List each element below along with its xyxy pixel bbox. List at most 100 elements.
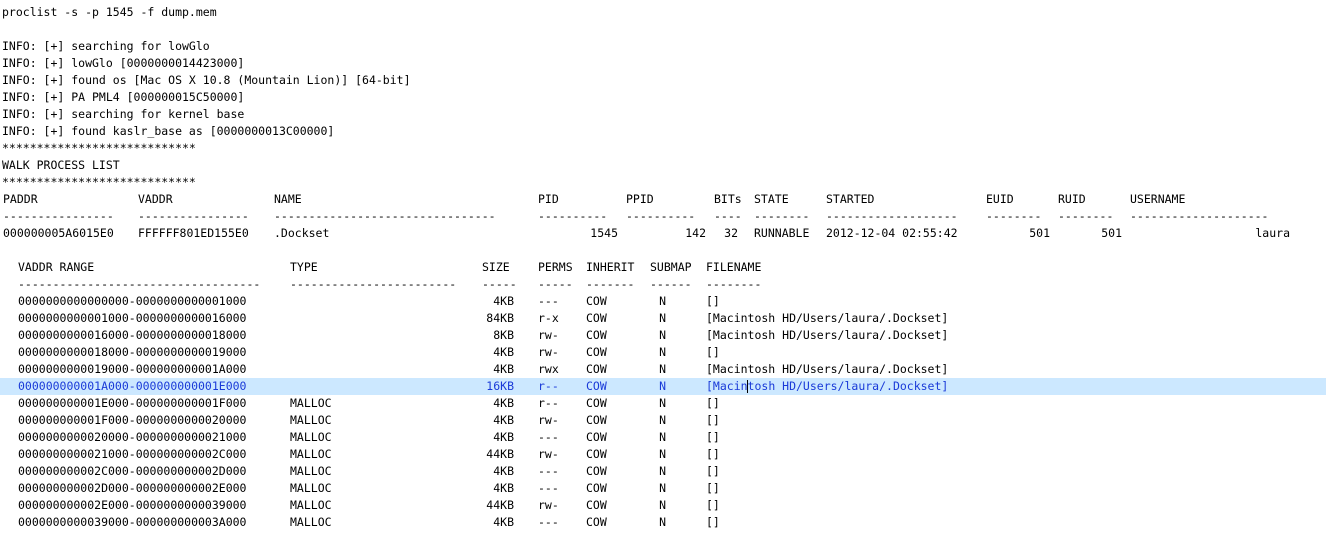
col-header-paddr: PADDR <box>3 192 38 206</box>
cell-filename: [] <box>706 430 720 444</box>
cell-range: 0000000000000000-0000000000001000 <box>18 294 247 308</box>
cell-paddr: 000000005A6015E0 <box>3 226 114 240</box>
cell-perms: --- <box>538 515 559 529</box>
info-line: INFO: [+] PA PML4 [000000015C50000] <box>2 90 245 104</box>
col-header-started: STARTED <box>826 192 875 206</box>
terminal-output: { "command": "proclist -s -p 1545 -f dum… <box>0 0 1326 538</box>
divider: ----- <box>482 277 517 291</box>
process-table-divider: ---------------- ---------------- ------… <box>0 208 1326 225</box>
map-row[interactable]: 000000000001F000-0000000000020000 MALLOC 4… <box>0 412 1326 429</box>
cell-submap: N <box>659 294 666 308</box>
cell-type: MALLOC <box>290 481 332 495</box>
cell-inherit: COW <box>586 362 607 376</box>
cell-name: .Dockset <box>274 226 330 240</box>
col-header-perms: PERMS <box>538 260 573 274</box>
cell-size: 4KB <box>493 413 514 427</box>
divider: -------------------- <box>1130 209 1269 223</box>
cell-perms: rwx <box>538 362 559 376</box>
divider: ------------------- <box>826 209 958 223</box>
cell-submap: N <box>659 379 666 393</box>
cell-inherit: COW <box>586 515 607 529</box>
cell-range: 000000000001A000-000000000001E000 <box>18 379 247 393</box>
map-row[interactable]: 0000000000018000-0000000000019000 4KB rw- C… <box>0 344 1326 361</box>
cell-submap: N <box>659 413 666 427</box>
cell-filename: [] <box>706 413 720 427</box>
cell-filename: [Macintosh HD/Users/laura/.Dockset] <box>706 379 949 393</box>
info-line: INFO: [+] found os [Mac OS X 10.8 (Mount… <box>2 73 411 87</box>
map-row[interactable]: 0000000000019000-000000000001A000 4KB rwx C… <box>0 361 1326 378</box>
cell-type: MALLOC <box>290 447 332 461</box>
info-line: INFO: [+] found kaslr_base as [000000001… <box>2 124 335 138</box>
map-row[interactable]: 0000000000020000-0000000000021000 MALLOC 4… <box>0 429 1326 446</box>
cell-submap: N <box>659 311 666 325</box>
info-line: INFO: [+] lowGlo [0000000014423000] <box>2 56 245 70</box>
divider: ---------------- <box>3 209 114 223</box>
map-row[interactable]: 0000000000000000-0000000000001000 4KB --- C… <box>0 293 1326 310</box>
cell-range: 0000000000001000-0000000000016000 <box>18 311 247 325</box>
cell-type: MALLOC <box>290 464 332 478</box>
cell-filename: [Macintosh HD/Users/laura/.Dockset] <box>706 362 949 376</box>
map-row[interactable]: 000000000002E000-0000000000039000 MALLOC 4… <box>0 497 1326 514</box>
divider: -------- <box>1058 209 1114 223</box>
map-row[interactable]: 0000000000021000-000000000002C000 MALLOC 4… <box>0 446 1326 463</box>
cell-range: 0000000000039000-000000000003A000 <box>18 515 247 529</box>
map-row[interactable]: 000000000002C000-000000000002D000 MALLOC 4… <box>0 463 1326 480</box>
info-line: INFO: [+] searching for kernel base <box>2 107 245 121</box>
cell-inherit: COW <box>586 464 607 478</box>
banner-stars: **************************** <box>2 141 196 155</box>
cell-type: MALLOC <box>290 396 332 410</box>
cell-bits: 32 <box>724 226 738 240</box>
divider: -------- <box>986 209 1042 223</box>
cell-size: 84KB <box>486 311 514 325</box>
cell-filename: [] <box>706 464 720 478</box>
cell-started: 2012-12-04 02:55:42 <box>826 226 958 240</box>
banner-stars: **************************** <box>2 175 196 189</box>
cell-filename: [Macintosh HD/Users/laura/.Dockset] <box>706 328 949 342</box>
cell-range: 0000000000018000-0000000000019000 <box>18 345 247 359</box>
cell-perms: rw- <box>538 345 559 359</box>
divider: ----- <box>538 277 573 291</box>
cell-filename: [] <box>706 294 720 308</box>
cell-inherit: COW <box>586 311 607 325</box>
process-row: 000000005A6015E0 FFFFFF801ED155E0 .Docks… <box>0 225 1326 242</box>
cell-size: 4KB <box>493 464 514 478</box>
cell-size: 4KB <box>493 345 514 359</box>
map-row[interactable]: 0000000000001000-0000000000016000 84KB r-x… <box>0 310 1326 327</box>
col-header-bits: BITs <box>714 192 742 206</box>
cell-vaddr: FFFFFF801ED155E0 <box>138 226 249 240</box>
cell-perms: rw- <box>538 498 559 512</box>
cell-submap: N <box>659 345 666 359</box>
divider: ---------- <box>538 209 608 223</box>
cell-submap: N <box>659 498 666 512</box>
map-row[interactable]: 0000000000039000-000000000003A000 MALLOC 4… <box>0 514 1326 531</box>
cell-filename: [] <box>706 481 720 495</box>
cell-range: 0000000000016000-0000000000018000 <box>18 328 247 342</box>
cell-perms: r-- <box>538 396 559 410</box>
cell-pid: 1545 <box>590 226 618 240</box>
cell-inherit: COW <box>586 294 607 308</box>
cell-filename: [] <box>706 345 720 359</box>
cell-size: 4KB <box>493 481 514 495</box>
cell-submap: N <box>659 464 666 478</box>
cell-size: 44KB <box>486 447 514 461</box>
cell-submap: N <box>659 328 666 342</box>
cell-submap: N <box>659 447 666 461</box>
divider: ------- <box>586 277 635 291</box>
map-row[interactable]: 000000000001E000-000000000001F000 MALLOC 4… <box>0 395 1326 412</box>
cell-type: MALLOC <box>290 413 332 427</box>
cell-size: 8KB <box>493 328 514 342</box>
col-header-euid: EUID <box>986 192 1014 206</box>
banner-title: WALK PROCESS LIST <box>2 158 120 172</box>
cell-range: 000000000002D000-000000000002E000 <box>18 481 247 495</box>
cell-size: 4KB <box>493 515 514 529</box>
divider: -------- <box>754 209 810 223</box>
cell-range: 0000000000021000-000000000002C000 <box>18 447 247 461</box>
cell-euid: 501 <box>1029 226 1050 240</box>
divider: -------------------------------- <box>274 209 496 223</box>
cell-inherit: COW <box>586 430 607 444</box>
divider: ---- <box>714 209 742 223</box>
cell-type: MALLOC <box>290 515 332 529</box>
map-row[interactable]: 0000000000016000-0000000000018000 8KB rw- C… <box>0 327 1326 344</box>
map-row[interactable]: 000000000002D000-000000000002E000 MALLOC 4… <box>0 480 1326 497</box>
map-row-selected[interactable]: 000000000001A000-000000000001E000 16KB r--… <box>0 378 1326 395</box>
